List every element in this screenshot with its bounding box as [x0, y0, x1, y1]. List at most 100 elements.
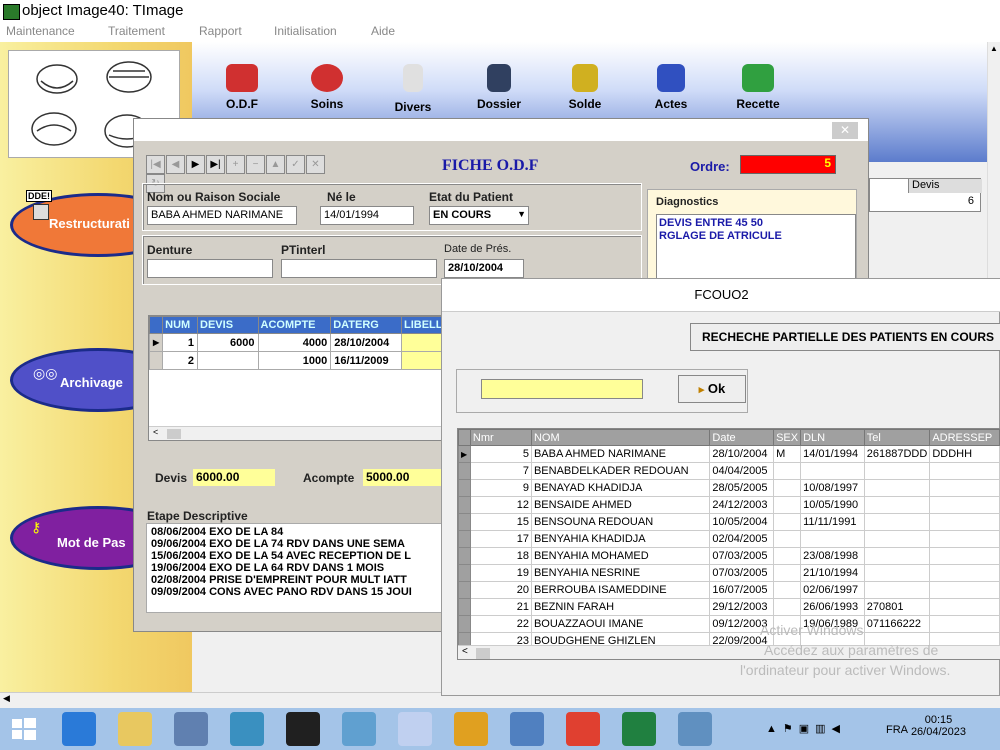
table-row[interactable]: 12 BENSAIDE AHMED 24/12/2003 10/05/1990	[458, 496, 1000, 514]
devis-grid[interactable]: NUM DEVIS ACOMPTE DATERG LIBELL ▶ 1 6000…	[148, 315, 448, 441]
scroll-left-icon[interactable]: <	[153, 427, 158, 437]
ne-le-field[interactable]: 14/01/1994	[320, 206, 414, 225]
clock[interactable]: 00:15 26/04/2023	[911, 714, 966, 738]
language-indicator[interactable]: FRA	[886, 724, 908, 736]
cell-adressep	[929, 496, 1000, 514]
close-button[interactable]: ✕	[832, 122, 858, 139]
table-row[interactable]: 2 1000 16/11/2009	[149, 351, 447, 370]
menu-maintenance[interactable]: Maintenance	[6, 24, 75, 38]
explorer-icon[interactable]	[118, 712, 152, 746]
book-icon[interactable]	[342, 712, 376, 746]
table-row[interactable]: 7 BENABDELKADER REDOUAN 04/04/2005	[458, 462, 1000, 480]
col-daterg[interactable]: DATERG	[330, 316, 402, 334]
col-nmr[interactable]: Nmr	[469, 429, 532, 446]
col-adressep[interactable]: ADRESSEP	[929, 429, 1000, 446]
cell-sex	[773, 547, 802, 565]
row-indicator	[149, 351, 164, 370]
photo-icon[interactable]	[510, 712, 544, 746]
cell-date: 16/07/2005	[709, 581, 775, 599]
denture-field[interactable]	[147, 259, 273, 278]
cancel-record-icon[interactable]: ✕	[306, 155, 325, 174]
computer-icon[interactable]	[174, 712, 208, 746]
globe-icon[interactable]	[230, 712, 264, 746]
scroll-up-icon[interactable]: ▲	[990, 44, 998, 53]
menu-initialisation[interactable]: Initialisation	[274, 24, 337, 38]
dossier-button[interactable]: Dossier	[469, 64, 529, 111]
menu-bar: Maintenance Traitement Rapport Initialis…	[0, 22, 1000, 42]
col-sex[interactable]: SEX	[773, 429, 802, 446]
recherche-partielle-button[interactable]: RECHECHE PARTIELLE DES PATIENTS EN COURS	[690, 323, 1000, 351]
chevron-down-icon[interactable]: ▼	[517, 209, 526, 219]
monitor-icon[interactable]	[678, 712, 712, 746]
datepres-field[interactable]: 28/10/2004	[444, 259, 524, 278]
table-row[interactable]: 21 BEZNIN FARAH 29/12/2003 26/06/1993 270801	[458, 598, 1000, 616]
prior-record-icon[interactable]: ◀	[166, 155, 185, 174]
scroll-left-icon[interactable]: <	[462, 646, 468, 657]
col-acompte[interactable]: ACOMPTE	[257, 316, 332, 334]
divider	[442, 311, 1000, 312]
nom-field[interactable]: BABA AHMED NARIMANE	[147, 206, 297, 225]
table-row[interactable]: 20 BERROUBA ISAMEDDINE 16/07/2005 02/06/199…	[458, 581, 1000, 599]
first-record-icon[interactable]: |◀	[146, 155, 165, 174]
app-icon[interactable]	[622, 712, 656, 746]
odf-button[interactable]: O.D.F	[212, 64, 272, 111]
table-row[interactable]: ▶ 1 6000 4000 28/10/2004	[149, 333, 447, 352]
menu-rapport[interactable]: Rapport	[199, 24, 242, 38]
table-row[interactable]: 15 BENSOUNA REDOUAN 10/05/2004 11/11/1991	[458, 513, 1000, 531]
table-row[interactable]: 18 BENYAHIA MOHAMED 07/03/2005 23/08/1998	[458, 547, 1000, 565]
table-row[interactable]: ▶ 5 BABA AHMED NARIMANE 28/10/2004 M 14/01/19…	[458, 445, 1000, 463]
divers-label: Divers	[394, 100, 432, 114]
table-row[interactable]: 19 BENYAHIA NESRINE 07/03/2005 21/10/1994	[458, 564, 1000, 582]
solde-button[interactable]: Solde	[555, 64, 615, 111]
divers-button[interactable]: Divers	[383, 64, 443, 114]
cell-tel	[863, 513, 931, 531]
search-input[interactable]	[481, 379, 643, 399]
menu-traitement[interactable]: Traitement	[108, 24, 165, 38]
etape-list[interactable]: 08/06/2004 EXO DE LA 84 09/06/2004 EXO D…	[146, 523, 446, 613]
recette-button[interactable]: Recette	[728, 64, 788, 111]
clock-time: 00:15	[924, 714, 953, 726]
post-record-icon[interactable]: ✓	[286, 155, 305, 174]
cell-dln: 10/05/1990	[800, 496, 865, 514]
restructuration-label: Restructurati	[49, 216, 130, 231]
etat-select[interactable]: EN COURS ▼	[429, 206, 529, 225]
col-dln[interactable]: DLN	[800, 429, 865, 446]
col-nom[interactable]: NOM	[530, 429, 711, 446]
edit-record-icon[interactable]: ▲	[266, 155, 285, 174]
ptinterl-field[interactable]	[281, 259, 437, 278]
terminal-icon[interactable]	[286, 712, 320, 746]
soins-button[interactable]: Soins	[297, 64, 357, 111]
col-num[interactable]: NUM	[162, 316, 199, 334]
insert-record-icon[interactable]: +	[226, 155, 245, 174]
col-date[interactable]: Date	[709, 429, 775, 446]
delete-record-icon[interactable]: −	[246, 155, 265, 174]
diagnostics-line: RGLAGE DE ATRICULE	[659, 230, 782, 242]
paint-icon[interactable]	[398, 712, 432, 746]
chrome-icon[interactable]	[566, 712, 600, 746]
ie-icon[interactable]	[62, 712, 96, 746]
cell-nom: BENYAHIA NESRINE	[530, 564, 711, 582]
cell-tel: 261887DDD	[863, 445, 931, 463]
col-devis[interactable]: DEVIS	[197, 316, 259, 334]
fiche-titlebar: ✕	[134, 119, 868, 141]
col-tel[interactable]: Tel	[863, 429, 931, 446]
windows-start-icon[interactable]	[12, 718, 36, 740]
table-row[interactable]: 9 BENAYAD KHADIDJA 28/05/2005 10/08/1997	[458, 479, 1000, 497]
scroll-thumb[interactable]	[167, 429, 181, 439]
col-libell[interactable]: LIBELL	[401, 316, 447, 334]
scroll-left-icon[interactable]: ◀	[3, 693, 10, 704]
window-title: object Image40: TImage	[22, 2, 184, 19]
etape-line: 08/06/2004 EXO DE LA 84	[151, 526, 284, 538]
actes-button[interactable]: Actes	[641, 64, 701, 111]
cell-nom: BOUAZZAOUI IMANE	[530, 615, 711, 633]
next-record-icon[interactable]: ▶	[186, 155, 205, 174]
ok-button[interactable]: ▸ Ok	[678, 375, 746, 403]
cell-devis	[197, 351, 259, 370]
table-row[interactable]: 17 BENYAHIA KHADIDJA 02/04/2005	[458, 530, 1000, 548]
scroll-thumb[interactable]	[476, 648, 490, 659]
last-record-icon[interactable]: ▶|	[206, 155, 225, 174]
menu-aide[interactable]: Aide	[371, 24, 395, 38]
system-tray-icons[interactable]: ▲⚑▣▥◀	[766, 722, 846, 735]
grid-hscroll[interactable]: <	[149, 426, 447, 440]
seven-icon[interactable]	[454, 712, 488, 746]
